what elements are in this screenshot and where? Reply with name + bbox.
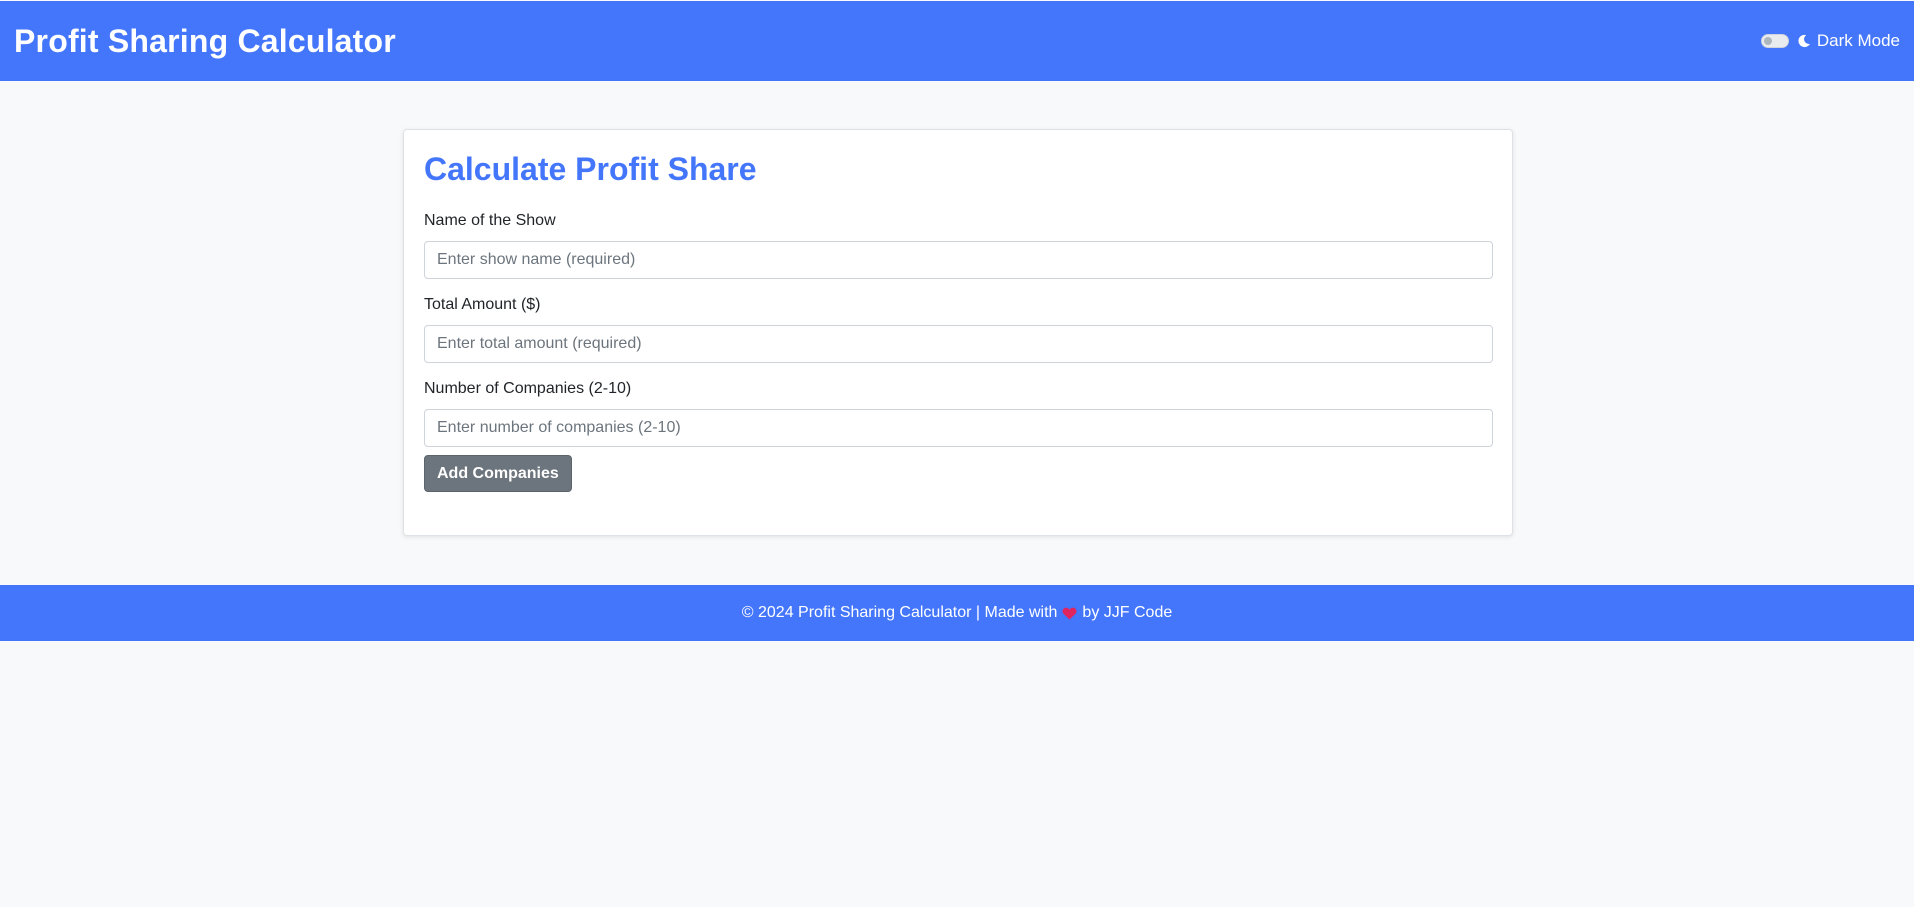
- footer-prefix: © 2024 Profit Sharing Calculator | Made …: [741, 604, 1058, 621]
- show-name-input[interactable]: [424, 241, 1493, 280]
- dark-mode-toggle[interactable]: Dark Mode: [1760, 31, 1900, 51]
- dark-mode-label: Dark Mode: [1816, 31, 1900, 50]
- toggle-knob: [1763, 37, 1772, 45]
- app-title: Profit Sharing Calculator: [14, 22, 396, 59]
- footer-suffix: by JJF Code: [1082, 604, 1173, 621]
- card-title: Calculate Profit Share: [424, 151, 757, 187]
- moon-icon: [1798, 34, 1810, 48]
- calculator-card: Calculate Profit Share Name of the Show …: [403, 129, 1513, 536]
- total-amount-label: Total Amount ($): [424, 296, 541, 314]
- heart-icon: [1062, 607, 1077, 620]
- companies-count-input[interactable]: [424, 409, 1493, 448]
- app-header: Profit Sharing Calculator Dark Mode: [0, 1, 1914, 81]
- total-amount-input[interactable]: [424, 325, 1493, 364]
- show-name-label: Name of the Show: [424, 212, 556, 230]
- companies-count-label: Number of Companies (2-10): [424, 380, 632, 398]
- toggle-switch[interactable]: [1760, 34, 1789, 48]
- add-companies-button[interactable]: Add Companies: [424, 455, 572, 493]
- page-footer: © 2024 Profit Sharing Calculator | Made …: [0, 585, 1914, 641]
